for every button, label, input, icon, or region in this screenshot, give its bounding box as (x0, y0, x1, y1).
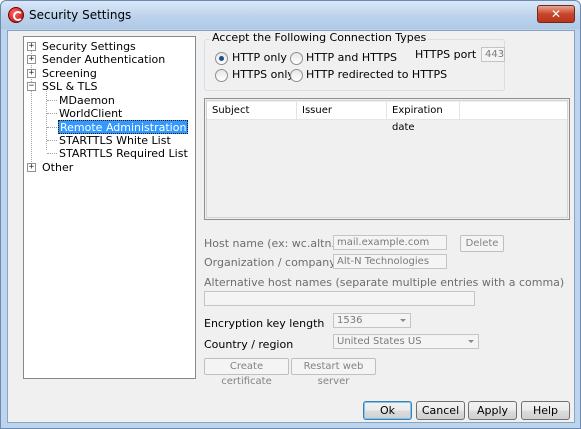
mdaemon-app-icon (8, 7, 24, 23)
tree-item-label[interactable]: WorldClient (59, 107, 122, 120)
certificate-list[interactable]: Subject Issuer Expiration date (204, 98, 570, 220)
tree-branch (47, 153, 57, 154)
host-name-field[interactable]: mail.example.com (333, 235, 447, 250)
radio-http-and-https[interactable] (290, 52, 303, 65)
close-button[interactable]: ✕ (537, 5, 575, 23)
ok-button[interactable]: Ok (363, 401, 412, 420)
radio-http-redirected-label[interactable]: HTTP redirected to HTTPS (306, 68, 447, 81)
tree-branch (47, 113, 57, 114)
key-length-select[interactable]: 1536 (333, 313, 411, 328)
collapse-icon[interactable]: − (27, 82, 36, 91)
radio-http-only[interactable] (215, 52, 228, 65)
key-length-label: Encryption key length (204, 317, 325, 330)
tree-item-label[interactable]: Other (42, 161, 73, 174)
tree-item-label[interactable]: SSL & TLS (42, 80, 98, 93)
key-length-value: 1536 (337, 315, 363, 326)
expand-icon[interactable]: + (27, 55, 36, 64)
column-subject[interactable]: Subject (207, 102, 297, 119)
tree-item-label[interactable]: MDaemon (59, 94, 115, 107)
apply-button[interactable]: Apply (468, 401, 517, 420)
https-port-label: HTTPS port (415, 48, 477, 61)
https-port-field[interactable]: 443 (481, 47, 505, 62)
country-label: Country / region (204, 338, 294, 351)
organization-field[interactable]: Alt-N Technologies (333, 254, 447, 269)
tree-item-label[interactable]: Security Settings (42, 40, 136, 53)
tree-branch (47, 100, 57, 101)
create-certificate-button[interactable]: Create certificate (204, 358, 289, 387)
dialog-client-area: + Security Settings + Sender Authenticat… (7, 30, 575, 423)
connection-types-group-title: Accept the Following Connection Types (210, 31, 429, 44)
title-bar[interactable]: Security Settings ✕ (1, 1, 580, 29)
help-button[interactable]: Help (521, 401, 570, 420)
column-issuer[interactable]: Issuer (297, 102, 387, 119)
settings-tree[interactable]: + Security Settings + Sender Authenticat… (23, 36, 196, 379)
radio-http-and-https-label[interactable]: HTTP and HTTPS (306, 51, 397, 64)
certificate-list-header: Subject Issuer Expiration date (207, 102, 567, 133)
alt-host-names-field[interactable] (204, 291, 475, 306)
radio-https-only-label[interactable]: HTTPS only (232, 68, 294, 81)
window-title: Security Settings (29, 8, 132, 22)
connection-types-group (204, 39, 505, 91)
expand-icon[interactable]: + (27, 42, 36, 51)
country-value: United States US (337, 336, 422, 347)
column-expiration-date[interactable]: Expiration date (387, 102, 460, 133)
alt-host-names-label: Alternative host names (separate multipl… (204, 276, 565, 289)
tree-guide-line (31, 47, 32, 162)
security-settings-window: Security Settings ✕ + Security Settings … (0, 0, 581, 429)
expand-icon[interactable]: + (27, 163, 36, 172)
tree-item-label-selected[interactable]: Remote Administration (58, 120, 189, 134)
chevron-down-icon (468, 340, 474, 343)
delete-button[interactable]: Delete (460, 235, 504, 252)
tree-branch (47, 127, 57, 128)
restart-web-server-button[interactable]: Restart web server (291, 358, 376, 387)
radio-http-only-label[interactable]: HTTP only (232, 51, 287, 64)
radio-https-only[interactable] (215, 69, 228, 82)
radio-http-redirected[interactable] (290, 69, 303, 82)
country-select[interactable]: United States US (333, 334, 479, 349)
tree-item-label[interactable]: STARTTLS Required List (59, 147, 188, 160)
tree-item-label[interactable]: Screening (42, 67, 97, 80)
tree-branch (47, 140, 57, 141)
tree-item-label[interactable]: STARTTLS White List (59, 134, 171, 147)
chevron-down-icon (400, 319, 406, 322)
expand-icon[interactable]: + (27, 69, 36, 78)
tree-item-label[interactable]: Sender Authentication (42, 53, 165, 66)
cancel-button[interactable]: Cancel (416, 401, 465, 420)
